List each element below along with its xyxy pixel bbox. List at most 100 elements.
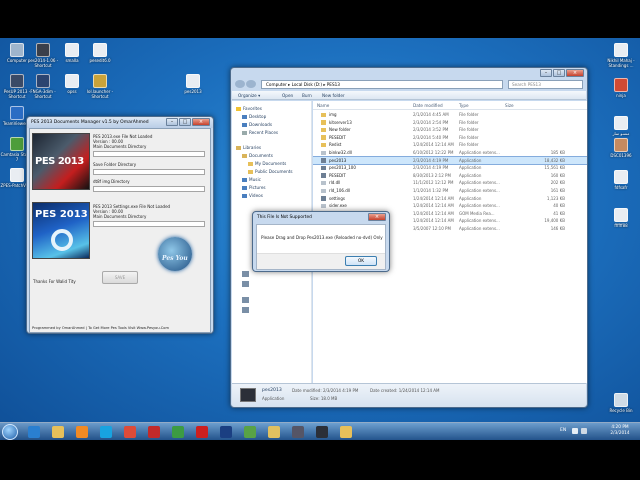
new-folder-button[interactable]: New folder [322,91,345,100]
open-button[interactable]: Open [282,91,293,100]
column-size[interactable]: Size [505,101,514,110]
back-icon[interactable] [235,80,245,88]
nav-pictures[interactable]: Pictures [242,185,266,190]
pes2013-settings-image[interactable]: PES 2013 [32,202,90,259]
shortcut-icon [614,208,628,222]
file-name: pes2013_100 [329,165,356,171]
ok-button[interactable]: OK [345,256,377,266]
minimize-icon[interactable]: – [166,118,178,126]
nav-public-documents[interactable]: Public Documents [248,169,293,174]
desktop-icon[interactable]: pes2013 [176,74,210,94]
taskbar-item-pes[interactable] [312,423,332,440]
clock[interactable]: 4:20 PM 2/3/2014 [605,425,635,437]
close-icon[interactable]: × [368,213,386,221]
dialog-body: Please Drag and Drop Pes2013.exe (Reload… [256,224,386,270]
desktop-icon[interactable]: fdfsafr [604,170,638,190]
file-row[interactable]: pes2013_100 2/3/2014 4:19 PM Application 15… [313,164,587,172]
file-row[interactable]: settings 1/24/2014 12:14 AM Application 1,1… [313,195,587,203]
details-name: pes2013 [262,388,282,393]
network-icon[interactable] [242,271,249,277]
file-row[interactable]: img 2/1/2014 4:45 AM File folder [313,111,587,119]
search-input[interactable]: Search PES13 [508,80,583,89]
nav-libraries[interactable]: Libraries [236,145,261,150]
nav-music[interactable]: Music [242,177,261,182]
desktop-icon[interactable]: منسو سار [604,116,638,136]
forward-icon[interactable] [246,80,256,88]
taskbar-item-skype[interactable] [96,423,116,440]
desktop-icon-label: pes2013 [184,89,202,94]
taskbar-item-ie[interactable] [24,423,44,440]
file-row[interactable]: rld_106.dll 1/1/2014 1:32 PM Application e… [313,187,587,195]
taskbar-item-pesman[interactable] [288,423,308,440]
save-folder-dir-label: Save Folder Directory [93,162,137,167]
taskbar-item-photoshop[interactable] [216,423,236,440]
desktop-icon[interactable]: lol.launcher - Shortcut [83,74,117,99]
taskbar-item-chrome[interactable] [120,423,140,440]
breadcrumb-pes13[interactable]: PES13 [327,82,340,87]
file-row[interactable]: binkw32.dll 6/10/2012 12:22 PM Application… [313,149,587,157]
desktop-icon[interactable]: DSC01396 [604,138,638,158]
save-folder-dir-field[interactable] [93,169,205,175]
tray-network-icon[interactable] [581,428,587,434]
img-dir-field[interactable] [93,186,205,192]
drive-icon[interactable] [242,307,249,313]
nav-favorites[interactable]: Favorites [236,106,262,111]
pictures-icon [242,186,247,190]
file-row[interactable]: rld.dll 11/1/2012 12:12 PM Application ext… [313,179,587,187]
shortcut-icon [10,43,24,57]
computer-icon[interactable] [242,297,249,303]
desktop-icon[interactable]: ninja [604,78,638,98]
file-row[interactable]: pes2013 2/3/2014 4:19 PM Application 18,432… [313,155,587,166]
burn-button[interactable]: Burn [302,91,312,100]
nav-documents[interactable]: Documents [242,153,273,158]
column-name[interactable]: Name [317,101,329,110]
file-row[interactable]: Redist 1/24/2014 12:14 AM File folder [313,141,587,149]
save-button[interactable]: SAVE [102,271,138,284]
nav-downloads[interactable]: Downloads [242,122,272,127]
file-row[interactable]: PESEDIT 8/30/2013 2:12 PM Application 160 K… [313,172,587,180]
shortcut-icon [65,43,79,57]
desktop-icon[interactable]: ffffff88 [604,208,638,228]
taskbar-item-camtasia[interactable] [240,423,260,440]
taskbar-item-folder[interactable] [264,423,284,440]
pes2013-cover-image[interactable]: PES 2013 [32,133,90,190]
nav-videos[interactable]: Videos [242,193,263,198]
taskbar-item-chrome2[interactable] [168,423,188,440]
main-docs-dir-field[interactable] [93,151,205,157]
maximize-icon[interactable]: □ [179,118,191,126]
dialog-message: Please Drag and Drop Pes2013.exe (Reload… [261,235,383,240]
settings-main-dir-field[interactable] [93,221,205,227]
desktop-icon[interactable]: Nikhil Mahaj - Standings ... [604,43,638,68]
file-row[interactable]: PESEDIT 2/3/2014 5:40 PM File folder [313,134,587,142]
taskbar-item-explorer[interactable] [48,423,68,440]
maximize-icon[interactable]: □ [553,69,565,77]
file-row[interactable]: New folder 2/3/2014 3:52 PM File folder [313,126,587,134]
breadcrumb-computer[interactable]: Computer [266,82,287,87]
main-docs-dir-label: Main Documents Directory [93,144,147,149]
start-button[interactable] [2,424,18,440]
nav-desktop[interactable]: Desktop [242,114,266,119]
minimize-icon[interactable]: – [540,69,552,77]
address-bar[interactable]: Computer ▸ Local Disk (D:) ▸ PES13 [261,80,503,89]
taskbar-item-explorer2[interactable] [336,423,356,440]
tray-flag-icon[interactable] [572,428,578,434]
desktop-icon[interactable]: pesedit6.0 [83,43,117,63]
file-row[interactable]: sider.exe 1/24/2014 12:14 AM Application e… [313,202,587,210]
language-indicator[interactable]: EN [560,428,566,433]
taskbar-item-opera[interactable] [192,423,212,440]
column-date[interactable]: Date modified [413,101,443,110]
file-row[interactable]: kitserver13 2/3/2014 2:54 PM File folder [313,119,587,127]
file-name: New folder [329,127,351,133]
nav-recent[interactable]: Recent Places [242,130,278,135]
desktop-icon[interactable]: Recycle Bin [604,393,638,413]
shortcut-icon [10,137,24,151]
organize-button[interactable]: Organize ▾ [238,91,260,100]
column-type[interactable]: Type [459,101,469,110]
close-icon[interactable]: × [192,118,210,126]
close-icon[interactable]: × [566,69,584,77]
nav-my-documents[interactable]: My Documents [248,161,286,166]
taskbar-item-media[interactable] [72,423,92,440]
breadcrumb-disk[interactable]: Local Disk (D:) [292,82,322,87]
taskbar-item-flash[interactable] [144,423,164,440]
homegroup-icon[interactable] [242,281,249,287]
